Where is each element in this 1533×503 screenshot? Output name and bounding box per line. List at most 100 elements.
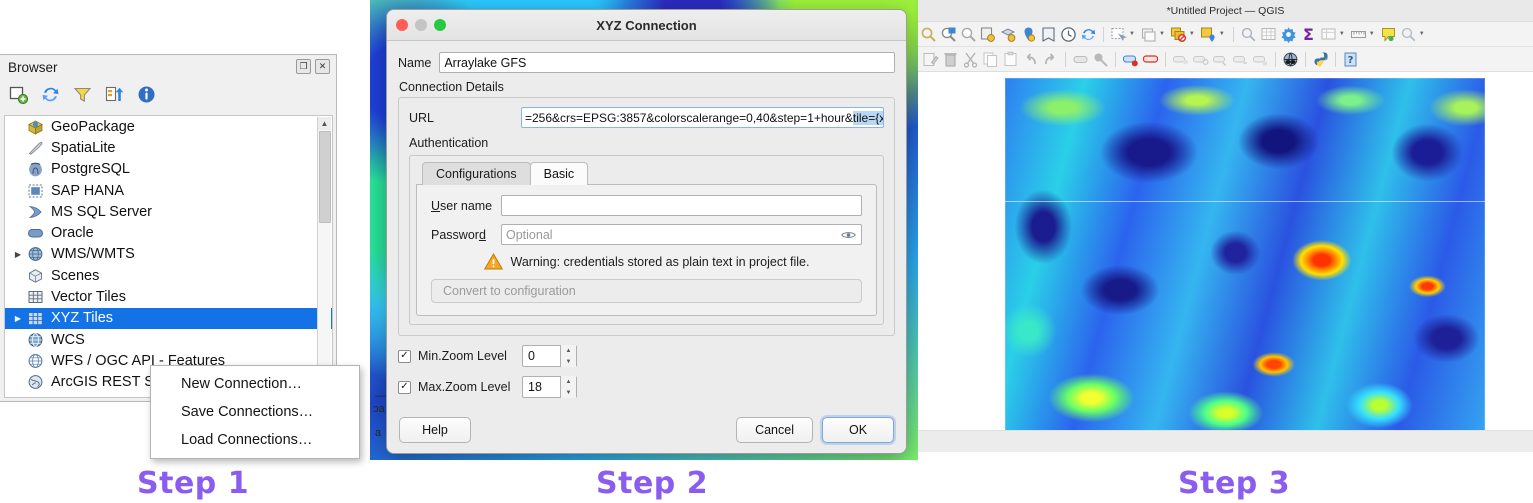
expander-icon[interactable]: ▶ — [11, 250, 25, 259]
tree-item-geopackage[interactable]: GeoPackage — [5, 116, 332, 137]
chevron-down-icon[interactable]: ▼ — [1129, 31, 1135, 37]
close-window-button[interactable] — [396, 19, 408, 31]
tree-item-wcs[interactable]: WCS — [5, 329, 332, 350]
globe-3d-icon[interactable] — [1282, 51, 1299, 68]
measure-line-icon[interactable] — [1350, 26, 1367, 43]
url-input[interactable]: =256&crs=EPSG:3857&colorscalerange=0,40&… — [521, 107, 884, 128]
add-layer-icon[interactable] — [8, 84, 29, 105]
refresh-icon[interactable] — [40, 84, 61, 105]
name-input[interactable]: Arraylake GFS — [439, 52, 895, 73]
qgis-titlebar[interactable]: *Untitled Project — QGIS — [918, 0, 1533, 22]
statistical-summary-icon[interactable]: Σ — [1300, 26, 1317, 43]
redo-icon[interactable] — [1042, 51, 1059, 68]
min-zoom-checkbox[interactable]: ✓ — [398, 349, 411, 363]
simplify-feature-icon[interactable] — [1212, 51, 1229, 68]
minimize-window-button[interactable] — [415, 19, 427, 31]
zoom-to-selection-icon[interactable] — [940, 26, 957, 43]
chevron-down-icon[interactable]: ▼ — [1339, 31, 1345, 37]
tree-item-xyz-tiles[interactable]: ▶ XYZ Tiles — [5, 307, 332, 329]
scrollbar-thumb[interactable] — [319, 131, 331, 223]
ok-button[interactable]: OK — [822, 417, 894, 443]
cancel-button[interactable]: Cancel — [736, 417, 813, 443]
tree-item-ms-sql-server[interactable]: MS SQL Server — [5, 201, 332, 222]
select-by-expression-icon[interactable] — [1170, 26, 1187, 43]
clock-icon[interactable] — [1060, 26, 1077, 43]
tree-item-wms-wmts[interactable]: ▶ WMS/WMTS — [5, 244, 332, 265]
zoom-full-icon[interactable] — [1400, 26, 1417, 43]
username-input[interactable] — [501, 195, 862, 216]
tree-item-spatialite[interactable]: SpatiaLite — [5, 137, 332, 158]
chevron-down-icon[interactable]: ▼ — [1419, 31, 1425, 37]
delete-selected-icon[interactable] — [942, 51, 959, 68]
tree-item-vector-tiles[interactable]: Vector Tiles — [5, 286, 332, 307]
add-point-feature-icon[interactable] — [1122, 51, 1139, 68]
move-feature-icon[interactable] — [1172, 51, 1189, 68]
map-tips-icon[interactable] — [1380, 26, 1397, 43]
refresh-map-icon[interactable] — [1080, 26, 1097, 43]
tab-configurations[interactable]: Configurations — [422, 162, 531, 185]
max-zoom-checkbox[interactable]: ✓ — [398, 380, 411, 394]
deselect-features-icon[interactable] — [1140, 26, 1157, 43]
add-ring-icon[interactable] — [1232, 51, 1249, 68]
tree-item-oracle[interactable]: Oracle — [5, 222, 332, 243]
info-icon[interactable] — [136, 84, 157, 105]
undo-icon[interactable] — [1022, 51, 1039, 68]
cut-features-icon[interactable] — [962, 51, 979, 68]
password-input[interactable]: Optional — [501, 224, 862, 245]
eye-icon[interactable] — [841, 230, 856, 240]
undock-icon[interactable]: ❐ — [296, 59, 311, 74]
menu-item-save-connections[interactable]: Save Connections… — [151, 398, 359, 426]
current-edits-icon[interactable] — [1072, 51, 1089, 68]
copy-features-icon[interactable] — [982, 51, 999, 68]
menu-item-load-connections[interactable]: Load Connections… — [151, 426, 359, 454]
help-icon[interactable]: ? — [1342, 51, 1359, 68]
python-console-icon[interactable] — [1312, 51, 1329, 68]
zoom-next-icon[interactable] — [980, 26, 997, 43]
tree-item-postgresql[interactable]: PostgreSQL — [5, 159, 332, 180]
rotate-feature-icon[interactable] — [1192, 51, 1209, 68]
tab-basic[interactable]: Basic — [529, 162, 589, 185]
max-zoom-spinbox[interactable]: 18 ▲ ▼ — [522, 376, 577, 398]
chevron-down-icon[interactable]: ▼ — [1159, 31, 1165, 37]
browser-tree[interactable]: GeoPackage SpatiaLite PostgreSQL SAP HAN… — [4, 115, 333, 398]
select-features-icon[interactable] — [1110, 26, 1127, 43]
min-zoom-spinbox[interactable]: 0 ▲ ▼ — [522, 345, 577, 367]
gfs-wind-raster-layer[interactable] — [1005, 78, 1485, 450]
select-value-icon[interactable] — [1200, 26, 1217, 43]
modify-attributes-icon[interactable] — [1142, 51, 1159, 68]
scroll-up-arrow-icon[interactable]: ▲ — [318, 117, 331, 130]
tree-item-label: WMS/WMTS — [51, 246, 135, 263]
max-zoom-stepper[interactable]: ▲ ▼ — [560, 376, 576, 398]
convert-to-configuration-button[interactable]: Convert to configuration — [431, 279, 862, 303]
chevron-down-icon[interactable]: ▼ — [1369, 31, 1375, 37]
browser-tree-scrollbar[interactable]: ▲ — [317, 117, 331, 397]
new-bookmark-icon[interactable] — [1020, 26, 1037, 43]
vertex-tool-icon[interactable] — [1092, 51, 1109, 68]
add-part-icon[interactable] — [1252, 51, 1269, 68]
qgis-map-canvas[interactable] — [918, 72, 1533, 452]
show-layout-manager-icon[interactable] — [1320, 26, 1337, 43]
close-icon[interactable]: ✕ — [315, 59, 330, 74]
paste-features-icon[interactable] — [1002, 51, 1019, 68]
collapse-all-icon[interactable] — [104, 84, 125, 105]
toggle-editing-icon[interactable] — [922, 51, 939, 68]
temporal-controller-icon[interactable] — [1040, 26, 1057, 43]
dialog-titlebar[interactable]: XYZ Connection — [387, 10, 906, 41]
tree-item-scenes[interactable]: Scenes — [5, 265, 332, 286]
identify-features-icon[interactable] — [920, 26, 937, 43]
tree-item-sap-hana[interactable]: SAP HANA — [5, 180, 332, 201]
menu-item-new-connection[interactable]: New Connection… — [151, 370, 359, 398]
chevron-down-icon[interactable]: ▼ — [1219, 31, 1225, 37]
filter-icon[interactable] — [72, 84, 93, 105]
expander-icon[interactable]: ▶ — [11, 314, 25, 323]
identify-icon[interactable] — [1240, 26, 1257, 43]
open-attribute-table-icon[interactable] — [1260, 26, 1277, 43]
zoom-layer-icon[interactable] — [1000, 26, 1017, 43]
zoom-last-icon[interactable] — [960, 26, 977, 43]
help-button[interactable]: Help — [399, 417, 471, 443]
chevron-down-icon[interactable]: ▼ — [1189, 31, 1195, 37]
min-zoom-stepper[interactable]: ▲ ▼ — [560, 345, 576, 367]
tree-item-label: WCS — [51, 331, 85, 348]
zoom-window-button[interactable] — [434, 19, 446, 31]
processing-toolbox-icon[interactable] — [1280, 26, 1297, 43]
